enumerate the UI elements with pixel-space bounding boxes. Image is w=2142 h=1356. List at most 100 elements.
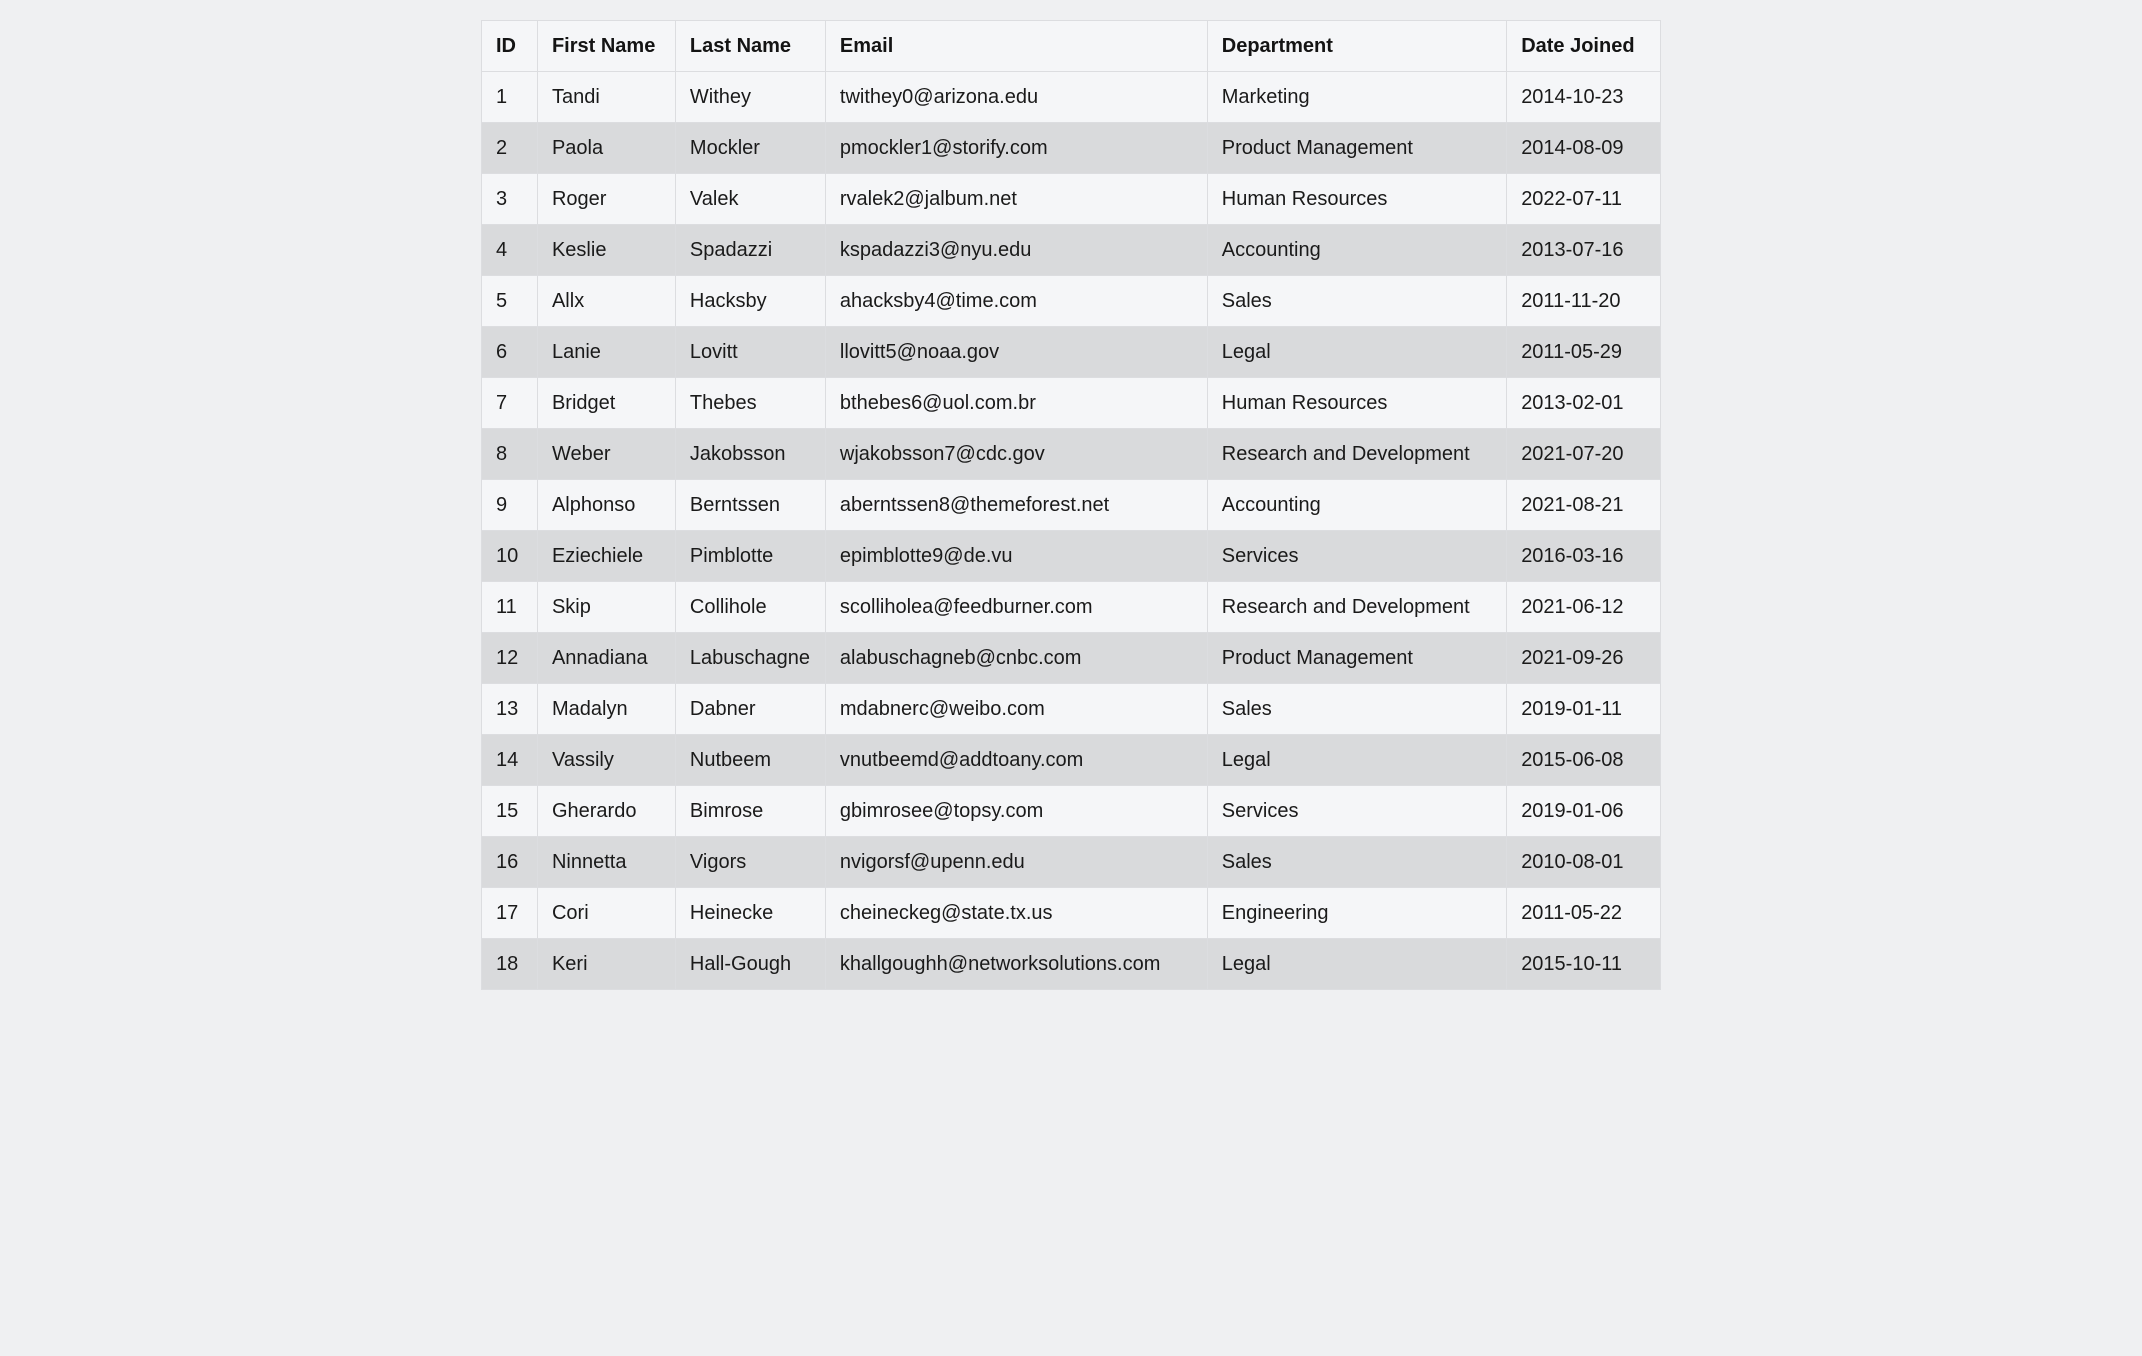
- cell-id: 2: [482, 123, 538, 174]
- cell-id: 13: [482, 684, 538, 735]
- cell-id: 8: [482, 429, 538, 480]
- cell-department: Marketing: [1207, 72, 1506, 123]
- cell-email: bthebes6@uol.com.br: [825, 378, 1207, 429]
- cell-date-joined: 2015-10-11: [1507, 939, 1661, 990]
- cell-last-name: Spadazzi: [675, 225, 825, 276]
- cell-date-joined: 2019-01-06: [1507, 786, 1661, 837]
- cell-id: 4: [482, 225, 538, 276]
- cell-first-name: Bridget: [537, 378, 675, 429]
- col-header-date-joined[interactable]: Date Joined: [1507, 21, 1661, 72]
- cell-last-name: Hacksby: [675, 276, 825, 327]
- cell-last-name: Vigors: [675, 837, 825, 888]
- cell-first-name: Eziechiele: [537, 531, 675, 582]
- cell-date-joined: 2011-05-22: [1507, 888, 1661, 939]
- table-row[interactable]: 16NinnettaVigorsnvigorsf@upenn.eduSales2…: [482, 837, 1661, 888]
- cell-first-name: Roger: [537, 174, 675, 225]
- cell-id: 7: [482, 378, 538, 429]
- cell-last-name: Thebes: [675, 378, 825, 429]
- cell-date-joined: 2014-10-23: [1507, 72, 1661, 123]
- table-row[interactable]: 7BridgetThebesbthebes6@uol.com.brHuman R…: [482, 378, 1661, 429]
- cell-department: Accounting: [1207, 480, 1506, 531]
- cell-first-name: Annadiana: [537, 633, 675, 684]
- cell-department: Engineering: [1207, 888, 1506, 939]
- cell-department: Product Management: [1207, 123, 1506, 174]
- table-row[interactable]: 8WeberJakobssonwjakobsson7@cdc.govResear…: [482, 429, 1661, 480]
- cell-id: 15: [482, 786, 538, 837]
- cell-first-name: Vassily: [537, 735, 675, 786]
- table-row[interactable]: 18KeriHall-Goughkhallgoughh@networksolut…: [482, 939, 1661, 990]
- cell-id: 16: [482, 837, 538, 888]
- cell-id: 18: [482, 939, 538, 990]
- table-row[interactable]: 9AlphonsoBerntssenaberntssen8@themefores…: [482, 480, 1661, 531]
- cell-last-name: Mockler: [675, 123, 825, 174]
- cell-date-joined: 2014-08-09: [1507, 123, 1661, 174]
- cell-department: Sales: [1207, 684, 1506, 735]
- cell-first-name: Alphonso: [537, 480, 675, 531]
- cell-date-joined: 2013-07-16: [1507, 225, 1661, 276]
- table-row[interactable]: 1TandiWitheytwithey0@arizona.eduMarketin…: [482, 72, 1661, 123]
- cell-last-name: Lovitt: [675, 327, 825, 378]
- cell-first-name: Keslie: [537, 225, 675, 276]
- table-row[interactable]: 2PaolaMocklerpmockler1@storify.comProduc…: [482, 123, 1661, 174]
- table-row[interactable]: 4KeslieSpadazzikspadazzi3@nyu.eduAccount…: [482, 225, 1661, 276]
- cell-id: 14: [482, 735, 538, 786]
- cell-date-joined: 2021-07-20: [1507, 429, 1661, 480]
- col-header-last-name[interactable]: Last Name: [675, 21, 825, 72]
- employee-table: ID First Name Last Name Email Department…: [481, 20, 1661, 990]
- cell-last-name: Dabner: [675, 684, 825, 735]
- cell-id: 5: [482, 276, 538, 327]
- table-row[interactable]: 13MadalynDabnermdabnerc@weibo.comSales20…: [482, 684, 1661, 735]
- cell-email: khallgoughh@networksolutions.com: [825, 939, 1207, 990]
- cell-last-name: Heinecke: [675, 888, 825, 939]
- cell-email: twithey0@arizona.edu: [825, 72, 1207, 123]
- cell-id: 3: [482, 174, 538, 225]
- cell-last-name: Bimrose: [675, 786, 825, 837]
- cell-last-name: Pimblotte: [675, 531, 825, 582]
- col-header-email[interactable]: Email: [825, 21, 1207, 72]
- cell-first-name: Tandi: [537, 72, 675, 123]
- cell-email: mdabnerc@weibo.com: [825, 684, 1207, 735]
- cell-date-joined: 2010-08-01: [1507, 837, 1661, 888]
- table-header: ID First Name Last Name Email Department…: [482, 21, 1661, 72]
- cell-id: 17: [482, 888, 538, 939]
- cell-email: alabuschagneb@cnbc.com: [825, 633, 1207, 684]
- cell-email: gbimrosee@topsy.com: [825, 786, 1207, 837]
- cell-date-joined: 2021-09-26: [1507, 633, 1661, 684]
- cell-date-joined: 2013-02-01: [1507, 378, 1661, 429]
- cell-email: rvalek2@jalbum.net: [825, 174, 1207, 225]
- table-row[interactable]: 17CoriHeineckecheineckeg@state.tx.usEngi…: [482, 888, 1661, 939]
- cell-email: ahacksby4@time.com: [825, 276, 1207, 327]
- cell-department: Legal: [1207, 939, 1506, 990]
- table-row[interactable]: 15GherardoBimrosegbimrosee@topsy.comServ…: [482, 786, 1661, 837]
- table-row[interactable]: 12AnnadianaLabuschagnealabuschagneb@cnbc…: [482, 633, 1661, 684]
- cell-first-name: Keri: [537, 939, 675, 990]
- cell-department: Sales: [1207, 276, 1506, 327]
- cell-first-name: Ninnetta: [537, 837, 675, 888]
- cell-date-joined: 2021-08-21: [1507, 480, 1661, 531]
- cell-id: 1: [482, 72, 538, 123]
- cell-last-name: Nutbeem: [675, 735, 825, 786]
- table-row[interactable]: 6LanieLovittllovitt5@noaa.govLegal2011-0…: [482, 327, 1661, 378]
- col-header-first-name[interactable]: First Name: [537, 21, 675, 72]
- cell-date-joined: 2016-03-16: [1507, 531, 1661, 582]
- cell-first-name: Gherardo: [537, 786, 675, 837]
- cell-last-name: Valek: [675, 174, 825, 225]
- col-header-department[interactable]: Department: [1207, 21, 1506, 72]
- cell-department: Sales: [1207, 837, 1506, 888]
- table-row[interactable]: 3RogerValekrvalek2@jalbum.netHuman Resou…: [482, 174, 1661, 225]
- cell-department: Research and Development: [1207, 582, 1506, 633]
- table-row[interactable]: 14VassilyNutbeemvnutbeemd@addtoany.comLe…: [482, 735, 1661, 786]
- cell-id: 11: [482, 582, 538, 633]
- cell-department: Research and Development: [1207, 429, 1506, 480]
- cell-date-joined: 2015-06-08: [1507, 735, 1661, 786]
- cell-email: vnutbeemd@addtoany.com: [825, 735, 1207, 786]
- table-row[interactable]: 11SkipColliholescolliholea@feedburner.co…: [482, 582, 1661, 633]
- table-row[interactable]: 5AllxHacksbyahacksby4@time.comSales2011-…: [482, 276, 1661, 327]
- cell-date-joined: 2021-06-12: [1507, 582, 1661, 633]
- cell-id: 6: [482, 327, 538, 378]
- cell-first-name: Cori: [537, 888, 675, 939]
- cell-department: Human Resources: [1207, 174, 1506, 225]
- table-row[interactable]: 10EziechielePimblotteepimblotte9@de.vuSe…: [482, 531, 1661, 582]
- cell-last-name: Berntssen: [675, 480, 825, 531]
- col-header-id[interactable]: ID: [482, 21, 538, 72]
